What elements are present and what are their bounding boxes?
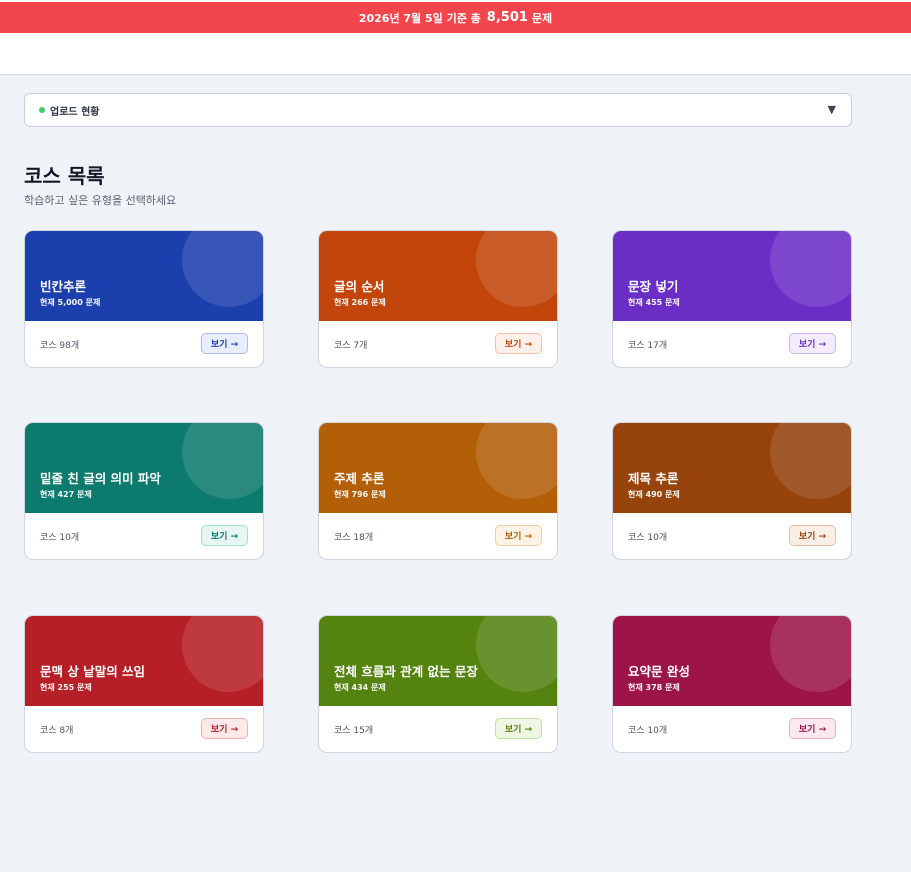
course-card[interactable]: 요약문 완성현재 378 문제코스 10개 보기 → — [612, 615, 852, 753]
course-card-footer: 코스 98개 보기 → — [25, 321, 263, 367]
course-card-title: 글의 순서 — [334, 279, 385, 294]
course-card-course-count: 코스 17개 — [628, 341, 668, 351]
course-card[interactable]: 문맥 상 낱말의 쓰임현재 255 문제코스 8개 보기 → — [24, 615, 264, 753]
problem-count-banner: 2026년 7월 5일 기준 총 8,501 문제 — [0, 2, 911, 33]
course-card-footer: 코스 10개 보기 → — [613, 513, 851, 559]
decorative-circle — [182, 231, 263, 307]
course-card[interactable]: 주제 추론현재 796 문제코스 18개 보기 → — [318, 422, 558, 560]
header — [0, 33, 911, 75]
course-card-title: 제목 추론 — [628, 471, 679, 486]
view-button[interactable]: 보기 → — [201, 333, 248, 354]
course-card-title: 전체 흐름과 관계 없는 문장 — [334, 664, 478, 679]
course-card-header: 문장 넣기현재 455 문제 — [613, 231, 851, 321]
banner-prefix: 2026년 7월 5일 기준 총 — [358, 11, 481, 25]
course-card[interactable]: 빈칸추론현재 5,000 문제코스 98개 보기 → — [24, 230, 264, 368]
course-card-course-count: 코스 98개 — [40, 341, 80, 351]
view-button[interactable]: 보기 → — [201, 718, 248, 739]
course-card[interactable]: 제목 추론현재 490 문제코스 10개 보기 → — [612, 422, 852, 560]
status-dot-icon — [39, 107, 45, 113]
course-card-problem-count: 현재 5,000 문제 — [40, 298, 101, 307]
course-card-problem-count: 현재 455 문제 — [628, 298, 680, 307]
course-card-problem-count: 현재 266 문제 — [334, 298, 386, 307]
decorative-circle — [770, 616, 851, 692]
course-card[interactable]: 문장 넣기현재 455 문제코스 17개 보기 → — [612, 230, 852, 368]
course-card-header: 요약문 완성현재 378 문제 — [613, 616, 851, 706]
course-card-title: 문장 넣기 — [628, 279, 679, 294]
upload-status-toggle[interactable]: 업로드 현황 ▼ — [24, 93, 852, 127]
decorative-circle — [770, 423, 851, 499]
course-card-header: 전체 흐름과 관계 없는 문장현재 434 문제 — [319, 616, 557, 706]
decorative-circle — [770, 231, 851, 307]
course-card-footer: 코스 10개 보기 → — [25, 513, 263, 559]
view-button[interactable]: 보기 → — [789, 525, 836, 546]
course-card-problem-count: 현재 796 문제 — [334, 490, 386, 499]
decorative-circle — [182, 616, 263, 692]
course-card-title: 요약문 완성 — [628, 664, 690, 679]
course-card-problem-count: 현재 490 문제 — [628, 490, 680, 499]
decorative-circle — [476, 423, 557, 499]
course-card-course-count: 코스 10개 — [628, 726, 668, 736]
course-card-footer: 코스 18개 보기 → — [319, 513, 557, 559]
course-card-course-count: 코스 8개 — [40, 726, 74, 736]
upload-status-label: 업로드 현황 — [50, 106, 100, 118]
course-card-problem-count: 현재 378 문제 — [628, 683, 680, 692]
view-button[interactable]: 보기 → — [495, 525, 542, 546]
banner-suffix: 문제 — [531, 11, 553, 25]
course-card-problem-count: 현재 434 문제 — [334, 683, 386, 692]
course-card-course-count: 코스 7개 — [334, 341, 368, 351]
page-title: 코스 목록 — [24, 164, 105, 188]
view-button[interactable]: 보기 → — [201, 525, 248, 546]
course-card-footer: 코스 8개 보기 → — [25, 706, 263, 752]
view-button[interactable]: 보기 → — [495, 718, 542, 739]
decorative-circle — [476, 231, 557, 307]
course-card-course-count: 코스 15개 — [334, 726, 374, 736]
course-card-footer: 코스 10개 보기 → — [613, 706, 851, 752]
course-card-header: 제목 추론현재 490 문제 — [613, 423, 851, 513]
course-card-course-count: 코스 10개 — [628, 533, 668, 543]
course-card-title: 주제 추론 — [334, 471, 385, 486]
course-card-header: 문맥 상 낱말의 쓰임현재 255 문제 — [25, 616, 263, 706]
course-card-footer: 코스 15개 보기 → — [319, 706, 557, 752]
view-button[interactable]: 보기 → — [495, 333, 542, 354]
course-card-title: 빈칸추론 — [40, 279, 87, 294]
view-button[interactable]: 보기 → — [789, 718, 836, 739]
chevron-down-icon[interactable]: ▼ — [828, 103, 836, 116]
course-card-title: 밑줄 친 글의 의미 파악 — [40, 471, 161, 486]
course-card-title: 문맥 상 낱말의 쓰임 — [40, 664, 146, 679]
course-card-footer: 코스 7개 보기 → — [319, 321, 557, 367]
course-card[interactable]: 글의 순서현재 266 문제코스 7개 보기 → — [318, 230, 558, 368]
course-card[interactable]: 밑줄 친 글의 의미 파악현재 427 문제코스 10개 보기 → — [24, 422, 264, 560]
course-card-footer: 코스 17개 보기 → — [613, 321, 851, 367]
course-card-header: 글의 순서현재 266 문제 — [319, 231, 557, 321]
course-card-header: 밑줄 친 글의 의미 파악현재 427 문제 — [25, 423, 263, 513]
page-subtitle: 학습하고 싶은 유형을 선택하세요 — [24, 194, 177, 207]
course-card-header: 빈칸추론현재 5,000 문제 — [25, 231, 263, 321]
course-card-header: 주제 추론현재 796 문제 — [319, 423, 557, 513]
course-card-course-count: 코스 18개 — [334, 533, 374, 543]
course-card-problem-count: 현재 427 문제 — [40, 490, 92, 499]
decorative-circle — [182, 423, 263, 499]
banner-count: 8,501 — [486, 10, 528, 25]
decorative-circle — [476, 616, 557, 692]
course-card-problem-count: 현재 255 문제 — [40, 683, 92, 692]
course-card[interactable]: 전체 흐름과 관계 없는 문장현재 434 문제코스 15개 보기 → — [318, 615, 558, 753]
course-card-course-count: 코스 10개 — [40, 533, 80, 543]
view-button[interactable]: 보기 → — [789, 333, 836, 354]
